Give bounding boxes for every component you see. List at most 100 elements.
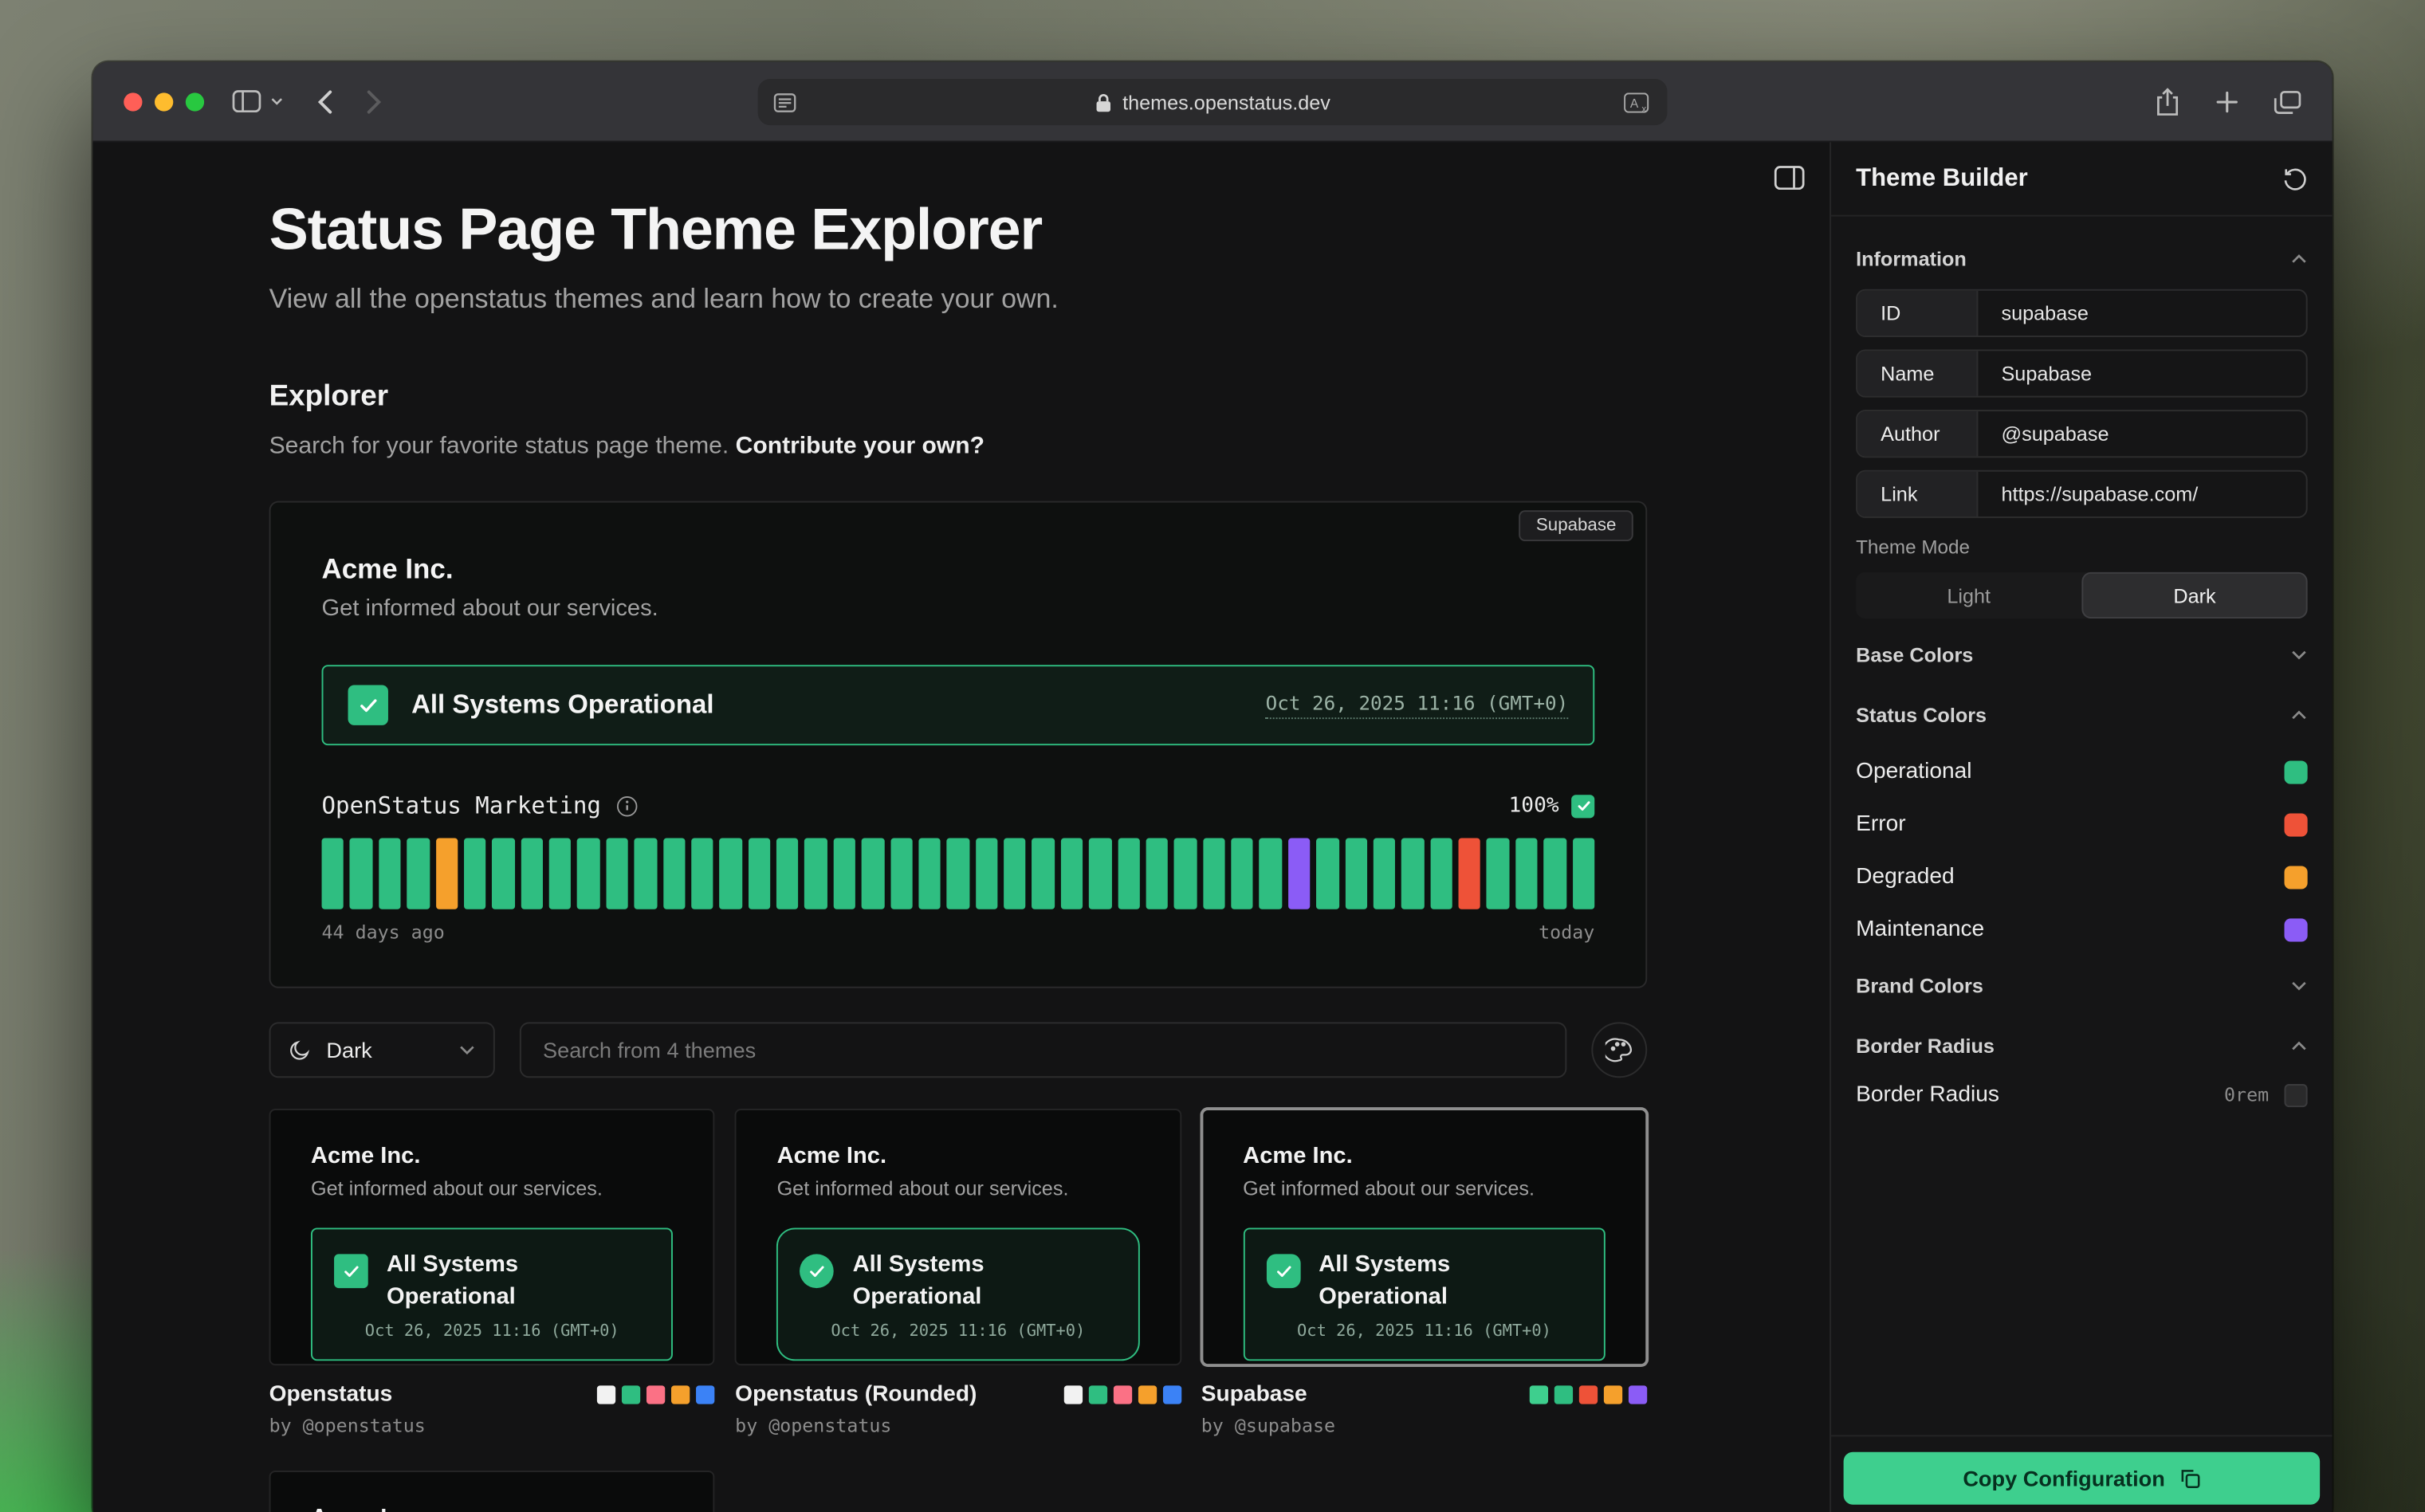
tracker-bar[interactable] — [1174, 838, 1197, 909]
tracker-bar[interactable] — [918, 838, 941, 909]
theme-card-preview[interactable]: Acme Inc. Get informed about our service… — [269, 1109, 715, 1365]
theme-builder-toggle-button[interactable] — [1774, 166, 1805, 195]
translate-icon[interactable]: Ax — [1624, 92, 1652, 112]
status-color-degraded: Degraded — [1856, 850, 2308, 903]
status-timestamp[interactable]: Oct 26, 2025 11:16 (GMT+0) — [1266, 691, 1569, 719]
border-radius-input[interactable] — [2285, 1083, 2308, 1106]
theme-card-preview[interactable]: Acme Inc. Get informed about our service… — [269, 1471, 715, 1512]
tracker-bar[interactable] — [350, 838, 372, 909]
new-tab-button[interactable] — [2215, 90, 2239, 115]
tracker-bar[interactable] — [662, 838, 685, 909]
back-button[interactable] — [317, 89, 332, 114]
tracker-bar[interactable] — [464, 838, 486, 909]
section-border-radius[interactable]: Border Radius — [1856, 1016, 2308, 1077]
theme-builder-button[interactable] — [1591, 1022, 1647, 1078]
close-window-button[interactable] — [124, 92, 142, 110]
color-swatch[interactable] — [2285, 760, 2308, 783]
lock-icon — [1095, 92, 1111, 112]
copy-configuration-button[interactable]: Copy Configuration — [1844, 1452, 2321, 1505]
tracker-bar[interactable] — [1459, 838, 1481, 909]
info-value-input[interactable] — [1978, 411, 2305, 456]
theme-card-preview-selected[interactable]: Acme Inc. Get informed about our service… — [1201, 1109, 1647, 1365]
tracker-bar[interactable] — [975, 838, 997, 909]
reset-theme-button[interactable] — [2283, 167, 2308, 191]
tracker-bar[interactable] — [1260, 838, 1282, 909]
tracker-bar[interactable] — [1060, 838, 1083, 909]
tracker-bar[interactable] — [1401, 838, 1424, 909]
mode-light-option[interactable]: Light — [1856, 572, 2081, 619]
color-swatch[interactable] — [2285, 813, 2308, 836]
section-status-colors[interactable]: Status Colors — [1856, 685, 2308, 745]
tracker-bar[interactable] — [890, 838, 913, 909]
tracker-bar[interactable] — [1089, 838, 1111, 909]
card-status-timestamp: Oct 26, 2025 11:16 (GMT+0) — [334, 1322, 650, 1341]
tracker-bar[interactable] — [435, 838, 458, 909]
mode-dark-option[interactable]: Dark — [2081, 572, 2307, 619]
color-swatch[interactable] — [2285, 865, 2308, 888]
explorer-description: Search for your favorite status page the… — [269, 433, 1648, 461]
tracker-bar[interactable] — [1487, 838, 1509, 909]
tracker-bar[interactable] — [549, 838, 572, 909]
tab-overview-button[interactable] — [2274, 89, 2301, 116]
tracker-bar[interactable] — [862, 838, 884, 909]
theme-card-openstatus[interactable]: Acme Inc. Get informed about our service… — [269, 1109, 715, 1436]
tracker-bar[interactable] — [1572, 838, 1594, 909]
tracker-bar[interactable] — [720, 838, 742, 909]
tracker-bar[interactable] — [606, 838, 628, 909]
zoom-window-button[interactable] — [186, 92, 204, 110]
tracker-bar[interactable] — [691, 838, 713, 909]
tracker-bar[interactable] — [1316, 838, 1338, 909]
tracker-bar[interactable] — [833, 838, 855, 909]
theme-mode-dropdown[interactable]: Dark — [269, 1022, 495, 1078]
theme-card-preview[interactable]: Acme Inc. Get informed about our service… — [735, 1109, 1181, 1365]
tracker-bar[interactable] — [1032, 838, 1055, 909]
tracker-bar[interactable] — [776, 838, 799, 909]
section-base-colors[interactable]: Base Colors — [1856, 625, 2308, 685]
tracker-bar[interactable] — [1515, 838, 1538, 909]
tracker-bar[interactable] — [1231, 838, 1253, 909]
tracker-bar[interactable] — [748, 838, 770, 909]
tracker-bar[interactable] — [805, 838, 827, 909]
tracker-bar[interactable] — [635, 838, 657, 909]
minimize-window-button[interactable] — [155, 92, 173, 110]
section-label: Brand Colors — [1856, 974, 1983, 997]
theme-color-swatch — [1113, 1385, 1131, 1404]
color-swatch[interactable] — [2285, 917, 2308, 941]
tracker-bar[interactable] — [407, 838, 429, 909]
copy-icon — [2179, 1467, 2200, 1489]
tracker-bar[interactable] — [947, 838, 969, 909]
active-theme-tag[interactable]: Supabase — [1519, 510, 1633, 541]
forward-button[interactable] — [367, 89, 382, 114]
tracker-bar[interactable] — [1118, 838, 1140, 909]
share-button[interactable] — [2155, 87, 2181, 118]
tracker-bar[interactable] — [1374, 838, 1396, 909]
tracker-bar[interactable] — [1004, 838, 1026, 909]
theme-search-input[interactable] — [520, 1022, 1566, 1078]
theme-card-supabase[interactable]: Acme Inc. Get informed about our service… — [1201, 1109, 1647, 1436]
tracker-bar[interactable] — [1430, 838, 1452, 909]
tracker-bar[interactable] — [322, 838, 344, 909]
tracker-bar[interactable] — [577, 838, 599, 909]
info-icon[interactable] — [615, 794, 638, 817]
tracker-bar[interactable] — [492, 838, 514, 909]
info-value-input[interactable] — [1978, 351, 2305, 395]
sidebar-toggle-button[interactable] — [232, 90, 283, 113]
tracker-bar[interactable] — [1203, 838, 1225, 909]
tracker-bar[interactable] — [1543, 838, 1566, 909]
address-bar[interactable]: themes.openstatus.dev Ax — [758, 79, 1668, 125]
tracker-bar[interactable] — [379, 838, 401, 909]
tracker-bar[interactable] — [1345, 838, 1367, 909]
theme-card-openstatus-rounded[interactable]: Acme Inc. Get informed about our service… — [735, 1109, 1181, 1436]
info-value-input[interactable] — [1978, 291, 2305, 336]
reader-icon[interactable] — [773, 92, 796, 112]
section-label: Information — [1856, 247, 1967, 270]
section-brand-colors[interactable]: Brand Colors — [1856, 956, 2308, 1016]
contribute-link[interactable]: Contribute your own? — [736, 433, 985, 459]
tracker-bar[interactable] — [1288, 838, 1311, 909]
info-value-input[interactable] — [1978, 472, 2305, 516]
section-information[interactable]: Information — [1856, 229, 2308, 289]
tracker-bar[interactable] — [521, 838, 543, 909]
theme-card-partial[interactable]: Acme Inc. Get informed about our service… — [269, 1471, 715, 1512]
uptime-tracker — [322, 838, 1595, 909]
tracker-bar[interactable] — [1146, 838, 1168, 909]
